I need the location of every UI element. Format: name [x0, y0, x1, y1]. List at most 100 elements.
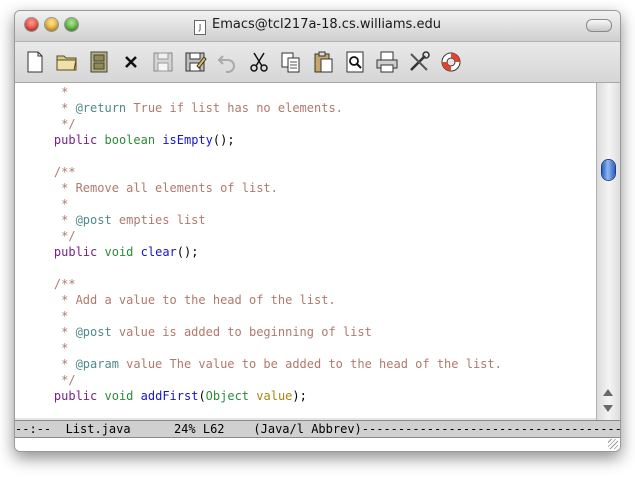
- java-document-icon: J: [194, 20, 207, 35]
- copy-icon: [281, 52, 300, 73]
- code-line[interactable]: */: [25, 372, 502, 388]
- new-file-icon: [27, 51, 43, 73]
- code-token: *: [25, 357, 76, 371]
- lifebuoy-icon: [441, 52, 461, 72]
- undo-button[interactable]: [215, 50, 239, 74]
- printer-icon: [376, 51, 398, 73]
- resize-grip[interactable]: [608, 439, 618, 449]
- open-directory-button[interactable]: [87, 50, 111, 74]
- code-text[interactable]: * * @return True if list has no elements…: [25, 84, 502, 404]
- code-token: *: [25, 101, 76, 115]
- code-token: *: [25, 309, 69, 323]
- paste-button[interactable]: [311, 50, 335, 74]
- code-line[interactable]: * @post empties list: [25, 212, 502, 228]
- code-line[interactable]: /**: [25, 276, 502, 292]
- code-token: );: [292, 389, 307, 403]
- disk-icon: [153, 52, 173, 72]
- code-token: public: [53, 245, 98, 259]
- scroll-up-arrow[interactable]: [603, 389, 613, 396]
- code-line[interactable]: public void addFirst(Object value);: [25, 388, 502, 404]
- vertical-scrollbar[interactable]: [596, 83, 620, 420]
- clipboard-icon: [314, 51, 333, 73]
- code-token: isEmpty: [162, 133, 213, 147]
- code-token: public: [53, 389, 98, 403]
- code-token: ();: [212, 133, 235, 147]
- scrollbar-thumb[interactable]: [602, 160, 615, 180]
- code-line[interactable]: * Add a value to the head of the list.: [25, 292, 502, 308]
- undo-icon: [217, 55, 235, 73]
- code-token: *: [25, 341, 69, 355]
- code-token: @post: [75, 325, 112, 339]
- code-token: value is added to beginning of list: [111, 325, 372, 339]
- code-token: *: [25, 325, 76, 339]
- code-token: * Add a value to the head of the list.: [25, 293, 336, 307]
- code-token: ();: [176, 245, 199, 259]
- code-token: boolean: [104, 133, 156, 147]
- code-token: @param: [75, 357, 119, 371]
- code-token: */: [25, 229, 76, 243]
- code-line[interactable]: [25, 260, 502, 276]
- folder-icon: [56, 55, 77, 71]
- code-token: clear: [140, 245, 177, 259]
- preferences-button[interactable]: [407, 50, 431, 74]
- code-line[interactable]: public boolean isEmpty();: [25, 132, 502, 148]
- print-button[interactable]: [375, 50, 399, 74]
- toolbar: [15, 42, 620, 83]
- code-line[interactable]: *: [25, 308, 502, 324]
- code-token: Object: [205, 389, 250, 403]
- code-token: void: [104, 389, 134, 403]
- code-line[interactable]: *: [25, 84, 502, 100]
- close-buffer-button[interactable]: [119, 50, 143, 74]
- code-line[interactable]: *: [25, 340, 502, 356]
- code-line[interactable]: */: [25, 228, 502, 244]
- code-token: * Remove all elements of list.: [25, 181, 278, 195]
- code-line[interactable]: *: [25, 196, 502, 212]
- mode-line: --:-- List.java 24% L62 (Java/l Abbrev)-…: [15, 420, 620, 438]
- cut-button[interactable]: [247, 50, 271, 74]
- disk-pencil-icon: [185, 52, 207, 72]
- code-line[interactable]: * Remove all elements of list.: [25, 180, 502, 196]
- code-line[interactable]: */: [25, 116, 502, 132]
- help-button[interactable]: [439, 50, 463, 74]
- code-line[interactable]: * @param value The value to be added to …: [25, 356, 502, 372]
- toolbar-toggle-button[interactable]: [586, 19, 612, 32]
- code-line[interactable]: public void clear();: [25, 244, 502, 260]
- emacs-window: J Emacs@tcl217a-18.cs.williams.edu * * @…: [14, 10, 621, 452]
- minibuffer[interactable]: [15, 438, 620, 451]
- code-token: *: [25, 213, 76, 227]
- close-icon: [125, 56, 137, 68]
- copy-button[interactable]: [279, 50, 303, 74]
- code-line[interactable]: [25, 148, 502, 164]
- open-folder-button[interactable]: [55, 50, 79, 74]
- code-token: empties list: [111, 213, 206, 227]
- save-as-button[interactable]: [183, 50, 207, 74]
- window-title-wrap: J Emacs@tcl217a-18.cs.williams.edu: [15, 17, 620, 35]
- window-title: Emacs@tcl217a-18.cs.williams.edu: [212, 17, 441, 32]
- title-bar[interactable]: J Emacs@tcl217a-18.cs.williams.edu: [15, 11, 620, 42]
- code-token: @post: [75, 213, 112, 227]
- code-token: @return: [75, 101, 127, 115]
- code-line[interactable]: /**: [25, 164, 502, 180]
- code-token: addFirst: [140, 389, 199, 403]
- search-document-icon: [346, 51, 364, 73]
- editor-buffer[interactable]: * * @return True if list has no elements…: [15, 83, 596, 418]
- tools-icon: [410, 51, 430, 71]
- code-token: *: [25, 85, 69, 99]
- save-button[interactable]: [151, 50, 175, 74]
- code-line[interactable]: * @post value is added to beginning of l…: [25, 324, 502, 340]
- code-line[interactable]: * @return True if list has no elements.: [25, 100, 502, 116]
- scroll-down-arrow[interactable]: [603, 405, 613, 412]
- scissors-icon: [250, 52, 268, 72]
- code-token: /**: [25, 277, 76, 291]
- search-button[interactable]: [343, 50, 367, 74]
- new-file-button[interactable]: [23, 50, 47, 74]
- code-token: /**: [25, 165, 76, 179]
- code-token: public: [53, 133, 98, 147]
